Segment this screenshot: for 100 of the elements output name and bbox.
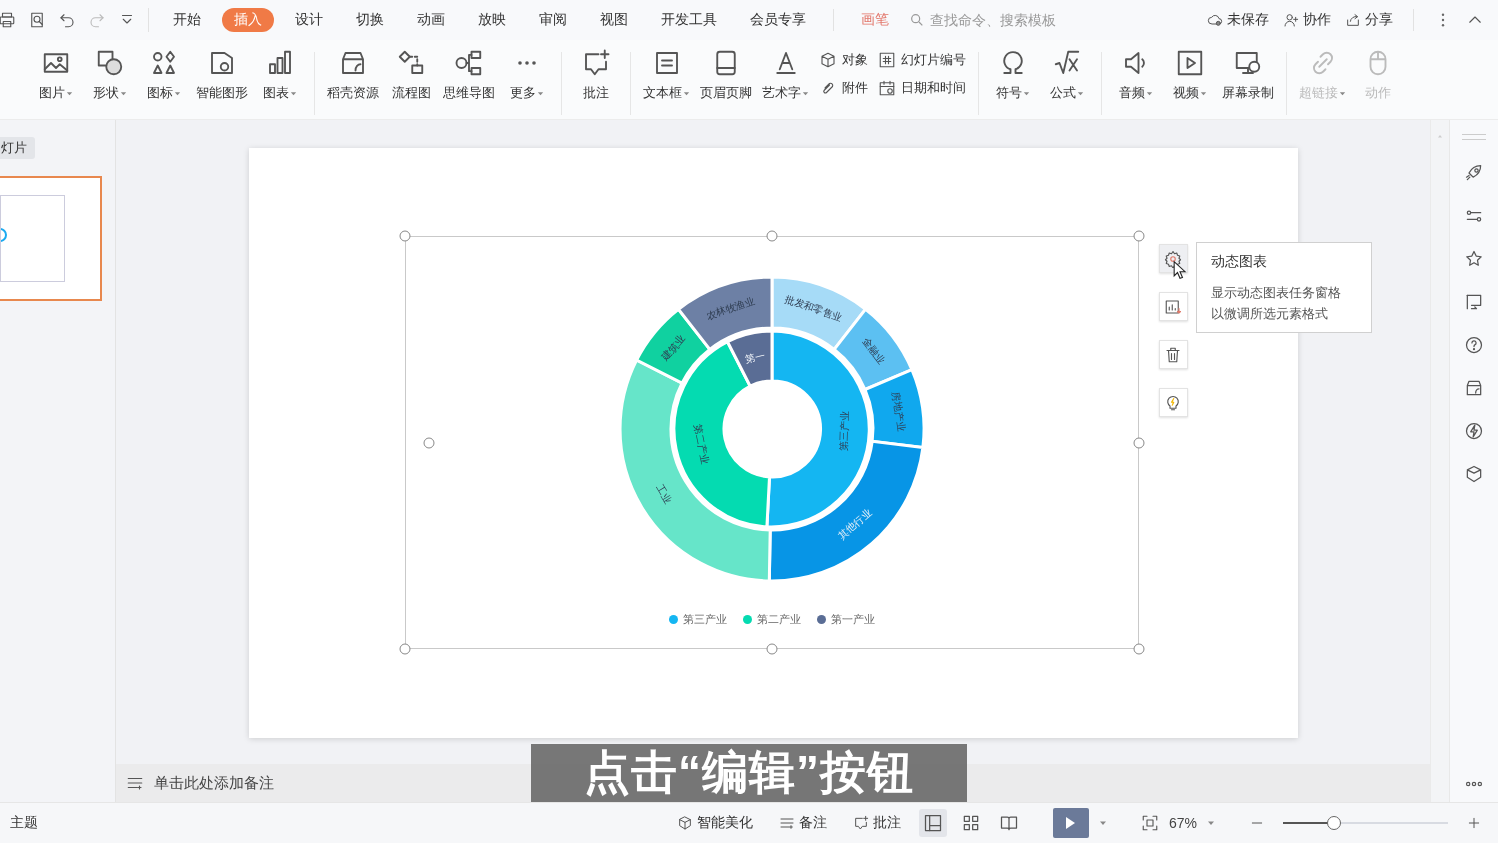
segment-label: 第三产业 [837, 410, 850, 451]
hash-icon [878, 51, 896, 69]
slide-thumbnail[interactable] [0, 176, 102, 301]
legend-label: 第一产业 [830, 612, 875, 627]
box-icon[interactable] [1464, 464, 1484, 484]
trash-icon [1164, 345, 1182, 364]
ribbon-button[interactable]: 视频 [1164, 44, 1216, 106]
menu-tab[interactable]: 会员专享 [738, 8, 818, 32]
bulb-icon [1164, 393, 1182, 412]
segment-label: 房地产业 [889, 390, 907, 432]
resize-handle[interactable] [766, 230, 777, 242]
ribbon-button[interactable]: 公式 [1041, 44, 1093, 106]
chart-frame[interactable] [404, 236, 1139, 649]
resize-handle[interactable] [1133, 230, 1144, 242]
play-button[interactable] [1052, 808, 1089, 838]
theme-label[interactable]: 主题 [10, 814, 38, 832]
ribbon-button[interactable]: 思维导图 [439, 44, 499, 106]
header-action[interactable]: 分享 [1345, 11, 1393, 29]
print-preview-icon[interactable] [28, 11, 46, 29]
tooltip-text: 显示动态图表任务窗格 [1210, 284, 1341, 302]
settings-icon [1164, 249, 1182, 268]
segment-label: 金融业 [859, 335, 887, 367]
smart-beautify-button[interactable]: 智能美化 [668, 814, 761, 832]
chart-tool-button[interactable] [1158, 340, 1188, 369]
header-action[interactable]: 未保存 [1207, 11, 1269, 29]
search-icon [909, 12, 925, 28]
resize-handle[interactable] [399, 643, 410, 655]
ribbon-button[interactable]: 批注 [570, 44, 622, 106]
menu-tab[interactable]: 开始 [161, 8, 213, 32]
mind-map-icon [454, 48, 484, 78]
ribbon-button[interactable]: 对象 [815, 50, 872, 70]
ribbon-button[interactable]: 艺术字 [758, 44, 813, 106]
share-icon [1345, 12, 1361, 28]
legend-label: 第二产业 [756, 612, 801, 627]
chart-tool-button[interactable] [1158, 388, 1188, 417]
ribbon-button[interactable]: 流程图 [385, 44, 437, 106]
dropdown-icon[interactable] [1098, 819, 1107, 827]
ribbon-button[interactable]: 屏幕录制 [1218, 44, 1278, 106]
segment-label: 第一 [743, 349, 766, 365]
ribbon-button[interactable]: 智能图形 [192, 44, 252, 106]
ribbon-button[interactable]: 稻壳资源 [323, 44, 383, 106]
menu-tab[interactable]: 审阅 [527, 8, 579, 32]
menu-tab[interactable]: 动画 [405, 8, 457, 32]
shapes-icon [95, 48, 125, 78]
header-action[interactable]: 协作 [1283, 11, 1331, 29]
calendar-icon [878, 79, 896, 97]
panel-title: 灯片 [0, 137, 35, 159]
dropdown-icon[interactable] [1207, 819, 1215, 827]
ribbon-button[interactable]: 日期和时间 [874, 78, 970, 98]
printer-icon[interactable] [0, 11, 16, 29]
resize-handle[interactable] [1133, 437, 1144, 448]
ribbon-button[interactable]: 图标 [138, 44, 190, 106]
resize-handle[interactable] [399, 230, 410, 242]
notes-placeholder[interactable]: 单击此处添加备注 [154, 773, 274, 793]
cube-icon [676, 815, 693, 831]
add-person-icon [1283, 12, 1299, 28]
legend-label: 第三产业 [682, 612, 727, 627]
notes-button[interactable]: 备注 [770, 814, 835, 832]
cube-icon [819, 51, 837, 69]
menu-tab[interactable]: 设计 [283, 8, 335, 32]
menu-tab[interactable]: 开发工具 [649, 8, 729, 32]
ribbon-button[interactable]: 符号 [987, 44, 1039, 106]
ribbon-button[interactable]: 音频 [1110, 44, 1162, 106]
lightning-icon[interactable] [1464, 421, 1484, 441]
slider-thumb[interactable] [1327, 816, 1342, 830]
subtitle-caption: 点击“编辑”按钮 [531, 744, 967, 802]
tooltip-title: 动态图表 [1210, 253, 1267, 271]
ribbon-button[interactable]: 幻灯片编号 [874, 50, 970, 70]
more-icon [517, 60, 537, 66]
segment-label: 批发和零售业 [782, 293, 844, 324]
undo-icon[interactable] [58, 11, 76, 29]
resize-handle[interactable] [423, 437, 434, 448]
ribbon-button[interactable]: 图表 [254, 44, 306, 106]
ribbon-button[interactable]: 页眉页脚 [696, 44, 756, 106]
ribbon-button[interactable]: 更多 [501, 44, 553, 106]
resize-handle[interactable] [1133, 643, 1144, 655]
segment-label: 第二产业 [691, 423, 711, 465]
menu-tab[interactable]: 切换 [344, 8, 396, 32]
rocket-icon[interactable] [1464, 163, 1484, 183]
star-icon[interactable] [1464, 249, 1484, 269]
resize-handle[interactable] [766, 643, 777, 655]
ribbon-button[interactable]: 形状 [84, 44, 136, 106]
zoom-value[interactable]: 67% [1168, 815, 1197, 831]
menu-tab[interactable]: 视图 [588, 8, 640, 32]
ribbon-button[interactable]: 附件 [815, 78, 872, 98]
comments-button[interactable]: 批注 [844, 814, 909, 832]
chart-tool-button[interactable] [1158, 292, 1188, 321]
ribbon-button[interactable]: 图片 [30, 44, 82, 106]
video-icon [1175, 48, 1205, 78]
store-icon[interactable] [1464, 378, 1484, 398]
help-icon[interactable] [1464, 335, 1484, 355]
chart-tool-button[interactable] [1158, 244, 1188, 273]
screens-icon[interactable] [1464, 292, 1484, 312]
search-field[interactable]: 查找命令、搜索模板 [909, 11, 1109, 29]
ribbon-button[interactable]: 文本框 [639, 44, 694, 106]
view-button[interactable] [918, 809, 947, 837]
segment-label: 工业 [653, 482, 674, 506]
fit-screen-icon[interactable] [1140, 814, 1159, 832]
comment-icon [852, 815, 869, 831]
menu-tab[interactable]: 放映 [466, 8, 518, 32]
